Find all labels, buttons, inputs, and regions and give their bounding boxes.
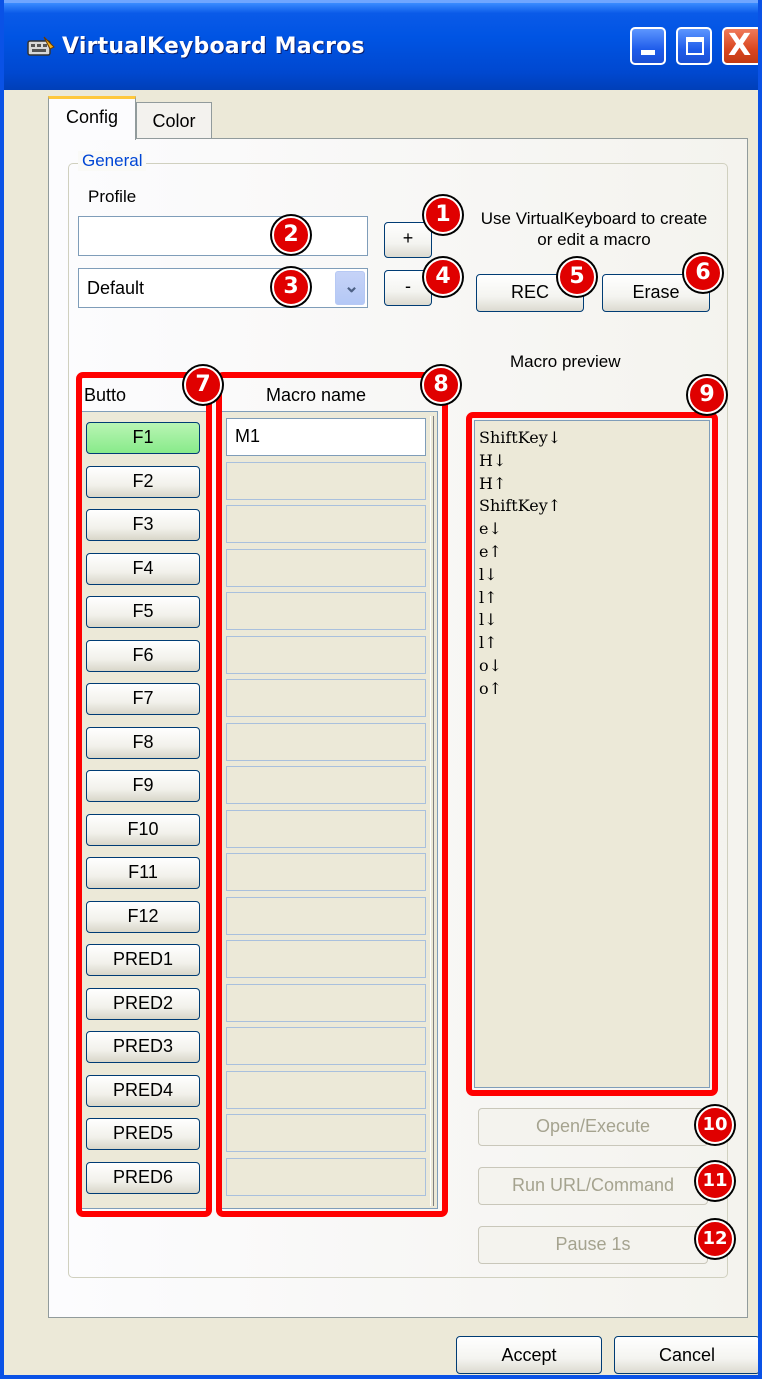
accept-button[interactable]: Accept	[456, 1336, 602, 1374]
callout-badge: 4	[424, 258, 462, 296]
preview-line: H↓	[479, 450, 507, 470]
macro-key-button[interactable]: F1	[86, 422, 200, 454]
preview-line: H↑	[479, 473, 507, 493]
macro-key-button[interactable]: PRED1	[86, 944, 200, 976]
macro-name-field[interactable]	[226, 723, 426, 761]
dropdown-arrow-button[interactable]: ⌄	[335, 271, 365, 305]
add-profile-button[interactable]: +	[384, 222, 432, 258]
preview-line: l↓	[479, 564, 498, 584]
app-icon	[27, 36, 55, 56]
profile-label: Profile	[88, 187, 137, 206]
profile-select[interactable]: Default ⌄	[78, 268, 368, 308]
macro-key-button[interactable]: F11	[86, 857, 200, 889]
button-column-header: Butto	[84, 385, 127, 405]
macro-name-field[interactable]	[226, 505, 426, 543]
macro-key-button[interactable]: PRED6	[86, 1162, 200, 1194]
maximize-button[interactable]	[676, 27, 712, 65]
rec-hint-text: Use VirtualKeyboard to create or edit a …	[480, 209, 708, 249]
pause-button[interactable]: Pause 1s	[478, 1226, 708, 1264]
callout-badge: 3	[272, 268, 310, 306]
minimize-button[interactable]	[630, 27, 666, 65]
tab-config[interactable]: Config	[48, 96, 136, 140]
macro-name-field[interactable]	[226, 897, 426, 935]
macro-key-button[interactable]: F7	[86, 683, 200, 715]
window-title: VirtualKeyboard Macros	[62, 34, 365, 59]
profile-select-value: Default	[87, 278, 145, 298]
preview-line: e↓	[479, 519, 502, 539]
macro-key-button[interactable]: F10	[86, 814, 200, 846]
profile-name-input[interactable]	[78, 216, 368, 256]
preview-line: e↑	[479, 541, 502, 561]
callout-badge: 12	[696, 1220, 734, 1258]
callout-badge: 5	[558, 258, 596, 296]
preview-line: ShiftKey↓	[479, 428, 562, 447]
macro-name-field[interactable]	[226, 1158, 426, 1196]
callout-badge: 7	[184, 366, 222, 404]
macro-preview-box: ShiftKey↓ H↓ H↑ ShiftKey↑ e↓ e↑ l↓ l↑ l↓ l↑ o↓ o↑	[474, 420, 710, 1088]
maximize-icon	[686, 37, 704, 55]
macro-key-button[interactable]: F12	[86, 901, 200, 933]
macro-key-button[interactable]: PRED2	[86, 988, 200, 1020]
macro-preview-title: Macro preview	[510, 352, 621, 371]
macro-name-field[interactable]	[226, 1071, 426, 1109]
macro-name-field[interactable]	[226, 853, 426, 891]
macro-key-button[interactable]: F6	[86, 640, 200, 672]
callout-badge: 11	[696, 1162, 734, 1200]
callout-badge: 8	[422, 366, 460, 404]
chevron-down-icon: ⌄	[344, 276, 360, 296]
general-legend: General	[78, 151, 147, 171]
preview-line: o↓	[479, 655, 503, 675]
open-execute-button[interactable]: Open/Execute	[478, 1108, 708, 1146]
preview-line: o↑	[479, 678, 503, 698]
close-icon: X	[728, 28, 752, 63]
macro-key-button[interactable]: F4	[86, 553, 200, 585]
macro-name-field[interactable]	[226, 679, 426, 717]
minimize-icon	[641, 50, 655, 55]
macro-name-field[interactable]	[226, 984, 426, 1022]
title-bar[interactable]: VirtualKeyboard Macros X	[4, 0, 758, 90]
callout-badge: 2	[272, 216, 310, 254]
run-url-command-button[interactable]: Run URL/Command	[478, 1167, 708, 1205]
macro-key-button[interactable]: F2	[86, 466, 200, 498]
tab-color[interactable]: Color	[136, 102, 212, 140]
macro-name-field[interactable]	[226, 636, 426, 674]
callout-badge: 9	[688, 376, 726, 414]
macro-key-button[interactable]: F9	[86, 770, 200, 802]
macro-name-field[interactable]	[226, 462, 426, 500]
callout-badge: 1	[424, 196, 462, 234]
macro-key-button[interactable]: F5	[86, 596, 200, 628]
callout-badge: 6	[684, 254, 722, 292]
macro-key-button[interactable]: F8	[86, 727, 200, 759]
macro-key-button[interactable]: PRED4	[86, 1075, 200, 1107]
macro-key-button[interactable]: F3	[86, 509, 200, 541]
preview-line: l↑	[479, 587, 498, 607]
macro-name-field[interactable]	[226, 940, 426, 978]
macro-name-field[interactable]	[226, 810, 426, 848]
macro-name-field[interactable]	[226, 549, 426, 587]
close-button[interactable]: X	[722, 27, 758, 65]
macro-name-column-header: Macro name	[266, 385, 367, 405]
list-divider	[430, 416, 434, 1206]
cancel-button[interactable]: Cancel	[614, 1336, 758, 1374]
macro-name-field[interactable]	[226, 1027, 426, 1065]
preview-line: ShiftKey↑	[479, 496, 562, 516]
preview-line: l↑	[479, 633, 498, 653]
macro-key-button[interactable]: PRED5	[86, 1118, 200, 1150]
macro-name-field[interactable]	[226, 766, 426, 804]
macros-window: VirtualKeyboard Macros X Config Color Ge…	[0, 0, 762, 1379]
macro-name-field[interactable]	[226, 592, 426, 630]
macro-name-field[interactable]: M1	[226, 418, 426, 456]
preview-line: l↓	[479, 610, 498, 630]
macro-name-field[interactable]	[226, 1114, 426, 1152]
macro-key-button[interactable]: PRED3	[86, 1031, 200, 1063]
callout-badge: 10	[696, 1106, 734, 1144]
